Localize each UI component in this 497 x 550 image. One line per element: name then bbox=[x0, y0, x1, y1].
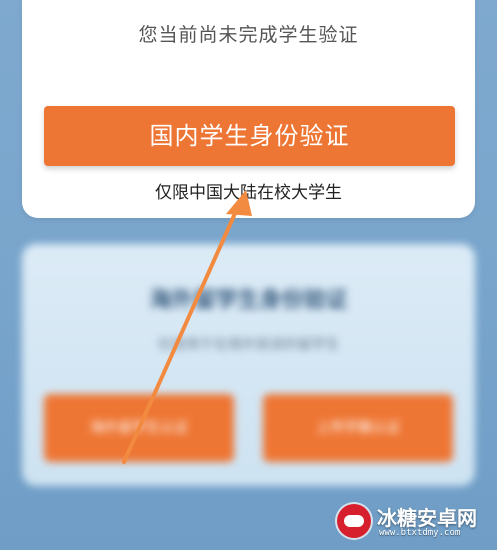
student-verification-card: 您当前尚未完成学生验证 国内学生身份验证 仅限中国大陆在校大学生 bbox=[22, 0, 475, 218]
watermark-brand: 冰糖安卓网 bbox=[377, 506, 477, 530]
overseas-verify-subtitle: 仅适用于在境外就读的留学生 bbox=[157, 337, 340, 353]
upload-record-verify-button[interactable]: 上传学籍认证 bbox=[263, 394, 453, 462]
brand-logo-icon bbox=[337, 504, 371, 538]
overseas-verify-title: 海外留学生身份验证 bbox=[149, 288, 348, 313]
domestic-student-verify-label: 国内学生身份验证 bbox=[149, 122, 350, 150]
verification-status-text: 您当前尚未完成学生验证 bbox=[138, 24, 359, 46]
watermark-url: www.btxtdmy.com bbox=[379, 528, 461, 538]
overseas-verify-button[interactable]: 海外留学生认证 bbox=[44, 394, 234, 462]
domestic-student-verify-button[interactable]: 国内学生身份验证 bbox=[44, 106, 455, 166]
overseas-verification-card: 海外留学生身份验证 仅适用于在境外就读的留学生 海外留学生认证 上传学籍认证 bbox=[22, 244, 475, 486]
domestic-eligibility-hint: 仅限中国大陆在校大学生 bbox=[155, 183, 342, 203]
site-watermark: 冰糖安卓网 www.btxtdmy.com bbox=[331, 498, 491, 544]
